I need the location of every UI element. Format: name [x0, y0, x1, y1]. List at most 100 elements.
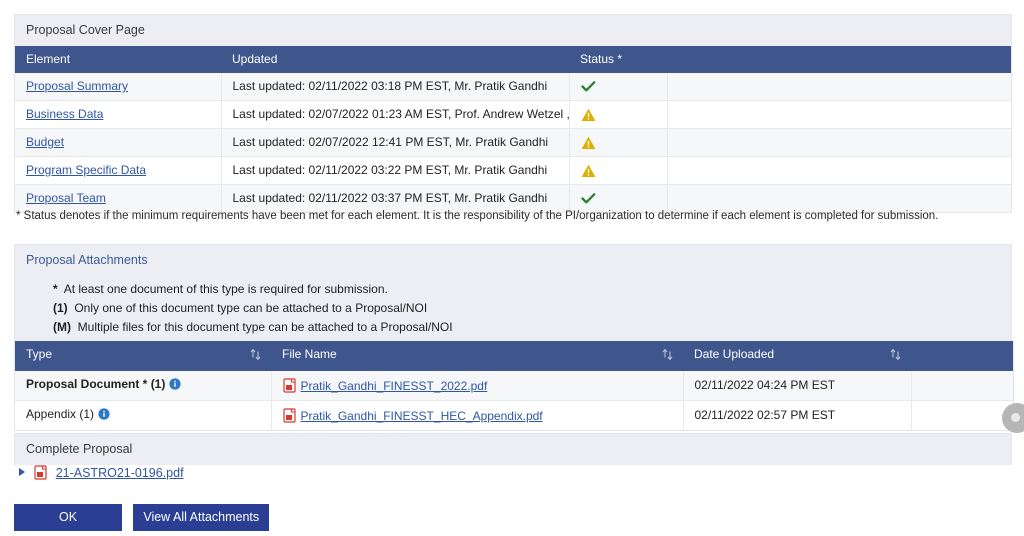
cell-type: Proposal Document * (1) — [15, 371, 272, 401]
column-header-file-name-label: File Name — [282, 347, 337, 361]
cell-type: Appendix (1) — [15, 400, 272, 431]
warning-triangle-icon — [581, 164, 596, 178]
cell-blank — [911, 400, 1013, 431]
cell-blank — [911, 371, 1013, 401]
attachment-type-label: Appendix (1) — [26, 407, 95, 421]
check-icon — [580, 192, 596, 205]
attachments-table-panel: Type File Name Date Uploaded Proposal Do… — [14, 341, 1014, 431]
cell-file-name: Pratik_Gandhi_FINESST_2022.pdf — [271, 371, 684, 401]
date-uploaded-text: 02/11/2022 02:57 PM EST — [694, 408, 836, 422]
cell-updated: Last updated: 02/07/2022 01:23 AM EST, P… — [221, 100, 570, 129]
table-header-row: Element Updated Status * — [15, 46, 1011, 73]
cell-element: Budget — [15, 128, 222, 157]
complete-proposal-file-row: 21-ASTRO21-0196.pdf — [18, 465, 184, 480]
sort-arrows-icon[interactable] — [662, 348, 673, 364]
scroll-knob-icon[interactable] — [1002, 403, 1024, 433]
pdf-file-icon — [34, 465, 55, 480]
cell-updated: Last updated: 02/07/2022 12:41 PM EST, M… — [221, 128, 570, 157]
attachment-note: (1) Only one of this document type can b… — [15, 299, 1011, 318]
element-link[interactable]: Business Data — [26, 107, 103, 121]
attachment-note: (M) Multiple files for this document typ… — [15, 318, 1011, 337]
updated-text: Last updated: 02/07/2022 12:41 PM EST, M… — [232, 135, 549, 149]
proposal-cover-page-table: Element Updated Status * Proposal Summar… — [15, 46, 1011, 213]
table-row: Program Specific Data Last updated: 02/11… — [15, 156, 1011, 185]
proposal-cover-page-table-wrap: Element Updated Status * Proposal Summar… — [14, 46, 1012, 213]
note-text: Only one of this document type can be at… — [74, 301, 428, 315]
complete-proposal-title: Complete Proposal — [14, 433, 1012, 465]
column-header-blank — [911, 341, 1013, 371]
cell-status — [569, 128, 668, 157]
proposal-cover-page-screen: Proposal Cover Page Element Updated Stat… — [0, 0, 1024, 536]
attachment-file-link[interactable]: Pratik_Gandhi_FINESST_HEC_Appendix.pdf — [301, 409, 543, 423]
proposal-attachments-notes: * At least one document of this type is … — [14, 276, 1012, 350]
table-row: Proposal Summary Last updated: 02/11/2022… — [15, 73, 1011, 101]
table-row: Proposal Document * (1) Pratik_Gandhi_FIN… — [15, 371, 1013, 401]
cell-blank — [667, 100, 1011, 129]
warning-triangle-icon — [581, 108, 596, 122]
element-link[interactable]: Proposal Team — [26, 191, 106, 205]
status-footnote: * Status denotes if the minimum requirem… — [16, 210, 939, 222]
proposal-cover-page-title: Proposal Cover Page — [14, 14, 1012, 46]
column-header-updated[interactable]: Updated — [221, 46, 569, 73]
pdf-file-icon — [282, 407, 301, 423]
cell-blank — [667, 73, 1011, 101]
pdf-file-icon — [282, 377, 301, 393]
element-link[interactable]: Proposal Summary — [26, 79, 128, 93]
cell-updated: Last updated: 02/11/2022 03:22 PM EST, M… — [221, 156, 570, 185]
updated-text: Last updated: 02/11/2022 03:22 PM EST, M… — [232, 163, 548, 177]
expand-triangle-icon[interactable] — [18, 466, 29, 480]
cell-date-uploaded: 02/11/2022 02:57 PM EST — [683, 400, 912, 431]
cell-element: Business Data — [15, 100, 222, 129]
cell-element: Proposal Summary — [15, 73, 222, 101]
column-header-type[interactable]: Type — [15, 341, 271, 371]
note-text: At least one document of this type is re… — [63, 282, 388, 296]
note-marker: (1) — [53, 301, 68, 315]
updated-text: Last updated: 02/07/2022 01:23 AM EST, P… — [232, 107, 569, 121]
updated-text: Last updated: 02/11/2022 03:37 PM EST, M… — [232, 191, 548, 205]
column-header-element[interactable]: Element — [15, 46, 221, 73]
date-uploaded-text: 02/11/2022 04:24 PM EST — [694, 378, 836, 392]
info-circle-icon[interactable] — [98, 408, 110, 423]
attachment-note: * At least one document of this type is … — [15, 280, 1011, 299]
complete-proposal-file-link[interactable]: 21-ASTRO21-0196.pdf — [56, 466, 184, 480]
check-icon — [580, 80, 596, 93]
cell-element: Program Specific Data — [15, 156, 222, 185]
cell-file-name: Pratik_Gandhi_FINESST_HEC_Appendix.pdf — [271, 400, 684, 431]
proposal-attachments-table-body: Proposal Document * (1) Pratik_Gandhi_FIN… — [15, 371, 1013, 431]
table-row: Business Data Last updated: 02/07/2022 01… — [15, 100, 1011, 129]
view-all-attachments-button[interactable]: View All Attachments — [133, 504, 270, 531]
proposal-attachments-title: Proposal Attachments — [14, 244, 1012, 276]
cell-blank — [667, 156, 1011, 185]
table-row: Appendix (1) Pratik_Gandhi_FINESST_HEC_Ap… — [15, 400, 1013, 431]
proposal-cover-page-table-body: Proposal Summary Last updated: 02/11/2022… — [15, 73, 1011, 213]
proposal-attachments-table: Type File Name Date Uploaded Proposal Do… — [15, 341, 1013, 431]
column-header-status[interactable]: Status * — [569, 46, 667, 73]
column-header-blank — [667, 46, 1011, 73]
info-circle-icon[interactable] — [169, 378, 181, 393]
cell-updated: Last updated: 02/11/2022 03:18 PM EST, M… — [221, 73, 570, 101]
column-header-date-uploaded-label: Date Uploaded — [694, 347, 775, 361]
column-header-type-label: Type — [26, 347, 53, 361]
ok-button[interactable]: OK — [14, 504, 122, 531]
sort-arrows-icon[interactable] — [250, 348, 261, 364]
note-marker: * — [53, 282, 58, 296]
column-header-file-name[interactable]: File Name — [271, 341, 683, 371]
updated-text: Last updated: 02/11/2022 03:18 PM EST, M… — [232, 79, 548, 93]
note-text: Multiple files for this document type ca… — [77, 320, 453, 334]
element-link[interactable]: Program Specific Data — [26, 163, 146, 177]
proposal-attachments-panel: Proposal Attachments * At least one docu… — [14, 244, 1012, 350]
table-row: Budget Last updated: 02/07/2022 12:41 PM … — [15, 128, 1011, 157]
cell-status — [569, 156, 668, 185]
cell-date-uploaded: 02/11/2022 04:24 PM EST — [683, 371, 912, 401]
cell-status — [569, 73, 668, 101]
sort-arrows-icon[interactable] — [890, 348, 901, 364]
attachment-file-link[interactable]: Pratik_Gandhi_FINESST_2022.pdf — [301, 379, 488, 393]
table-header-row: Type File Name Date Uploaded — [15, 341, 1013, 371]
column-header-date-uploaded[interactable]: Date Uploaded — [683, 341, 911, 371]
proposal-cover-page-panel: Proposal Cover Page Element Updated Stat… — [14, 14, 1012, 213]
attachment-type-label: Proposal Document * (1) — [26, 377, 166, 391]
cell-blank — [667, 128, 1011, 157]
warning-triangle-icon — [581, 136, 596, 150]
dialog-button-bar: OK View All Attachments — [14, 504, 270, 531]
element-link[interactable]: Budget — [26, 135, 64, 149]
